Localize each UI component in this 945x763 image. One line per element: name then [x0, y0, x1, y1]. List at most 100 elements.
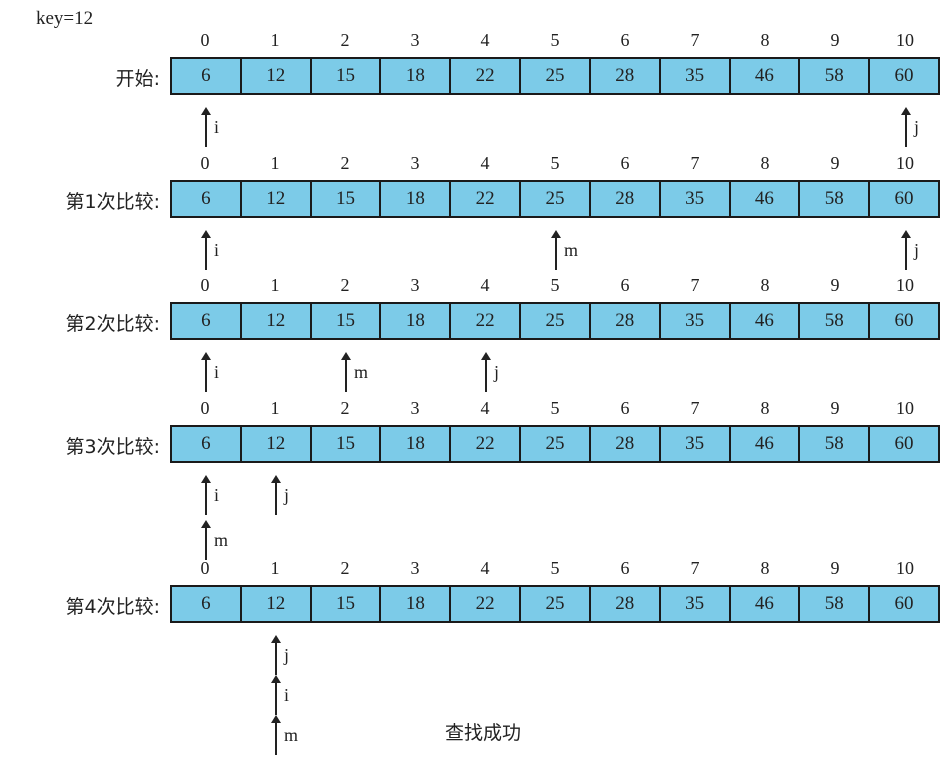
pointer-label: j	[914, 240, 920, 260]
array-box: 6 12 15 18 22 25 28 35 46 58 60	[170, 425, 940, 463]
arrow-shaft	[205, 358, 207, 392]
array-cell: 60	[870, 304, 938, 338]
arrow-up-icon	[201, 520, 211, 528]
array-cell: 12	[241, 182, 312, 216]
index-label: 8	[760, 153, 770, 173]
arrow-shaft	[555, 236, 557, 270]
array-cell: 18	[381, 427, 452, 461]
index-label: 0	[200, 275, 210, 295]
pointer-label: m	[564, 240, 579, 260]
array-cell: 25	[521, 587, 591, 621]
index-label: 7	[690, 558, 700, 578]
arrow-up-icon	[201, 352, 211, 360]
array-box: 6 12 15 18 22 25 28 35 46 58 60	[170, 302, 940, 340]
row-label: 第3次比较:	[65, 436, 161, 458]
array-cell: 60	[870, 587, 938, 621]
array-cell: 28	[590, 182, 661, 216]
index-label: 4	[480, 398, 490, 418]
array-cell: 12	[241, 59, 312, 93]
array-cell: 46	[730, 587, 801, 621]
index-label: 5	[550, 153, 560, 173]
pointer-j: j	[901, 230, 945, 272]
arrow-up-icon	[201, 230, 211, 238]
row-label: 第1次比较:	[65, 191, 161, 213]
index-label: 9	[830, 558, 840, 578]
array-cell: 18	[381, 587, 452, 621]
array-cell: 22	[451, 304, 522, 338]
pointer-label: j	[284, 485, 290, 505]
pointer-label: m	[354, 362, 369, 382]
key-label: key=12	[36, 8, 94, 29]
index-label: 7	[690, 153, 700, 173]
pointer-j: j	[271, 635, 325, 677]
array-cell: 58	[800, 427, 871, 461]
pointer-i: i	[271, 675, 325, 717]
pointer-label: j	[494, 362, 500, 382]
array-cell: 58	[800, 304, 871, 338]
array-cell: 35	[660, 427, 731, 461]
pointer-m: m	[271, 715, 325, 757]
array-cell: 35	[660, 59, 731, 93]
array-cell: 18	[381, 304, 452, 338]
array-cell: 6	[172, 427, 242, 461]
index-label: 9	[830, 153, 840, 173]
array-cell: 22	[451, 427, 522, 461]
pointer-m: m	[551, 230, 605, 272]
array-cell: 28	[590, 427, 661, 461]
arrow-up-icon	[271, 675, 281, 683]
index-label: 10	[896, 153, 914, 173]
pointer-i: i	[201, 352, 255, 394]
arrow-up-icon	[901, 230, 911, 238]
index-label: 5	[550, 558, 560, 578]
array-cell: 35	[660, 587, 731, 621]
pointer-i: i	[201, 107, 255, 149]
array-cell: 35	[660, 304, 731, 338]
arrow-shaft	[485, 358, 487, 392]
array-cell: 12	[241, 587, 312, 621]
index-label: 8	[760, 398, 770, 418]
arrow-up-icon	[481, 352, 491, 360]
index-label: 6	[620, 398, 630, 418]
pointer-i: i	[201, 230, 255, 272]
arrow-up-icon	[201, 475, 211, 483]
array-cell: 58	[800, 587, 871, 621]
index-label: 2	[340, 30, 350, 50]
index-label: 2	[340, 398, 350, 418]
binary-search-diagram: key=12 查找成功 0 1 2 3 4 5 6 7 8 9 10 开始: 6 12 15 18 22 25 28…	[0, 0, 945, 763]
index-label: 1	[270, 275, 280, 295]
arrow-up-icon	[271, 715, 281, 723]
index-label: 9	[830, 398, 840, 418]
arrow-up-icon	[901, 107, 911, 115]
index-label: 9	[830, 275, 840, 295]
index-label: 1	[270, 398, 280, 418]
arrow-up-icon	[271, 475, 281, 483]
arrow-up-icon	[201, 107, 211, 115]
array-cell: 46	[730, 304, 801, 338]
index-label: 7	[690, 30, 700, 50]
index-label: 1	[270, 30, 280, 50]
array-cell: 46	[730, 59, 801, 93]
array-cell: 46	[730, 427, 801, 461]
array-cell: 22	[451, 182, 522, 216]
arrow-shaft	[275, 721, 277, 755]
index-label: 8	[760, 30, 770, 50]
pointer-label: i	[214, 362, 220, 382]
index-label: 5	[550, 30, 560, 50]
pointer-j: j	[901, 107, 945, 149]
pointer-label: j	[284, 645, 290, 665]
pointer-i: i	[201, 475, 255, 517]
arrow-shaft	[275, 681, 277, 715]
index-label: 5	[550, 398, 560, 418]
index-label: 8	[760, 275, 770, 295]
array-cell: 60	[870, 427, 938, 461]
pointer-label: i	[214, 240, 220, 260]
arrow-shaft	[345, 358, 347, 392]
array-cell: 12	[241, 427, 312, 461]
index-label: 0	[200, 30, 210, 50]
array-cell: 6	[172, 587, 242, 621]
index-label: 3	[410, 153, 420, 173]
arrow-shaft	[205, 526, 207, 560]
array-cell: 6	[172, 59, 242, 93]
index-label: 6	[620, 558, 630, 578]
array-cell: 28	[590, 587, 661, 621]
